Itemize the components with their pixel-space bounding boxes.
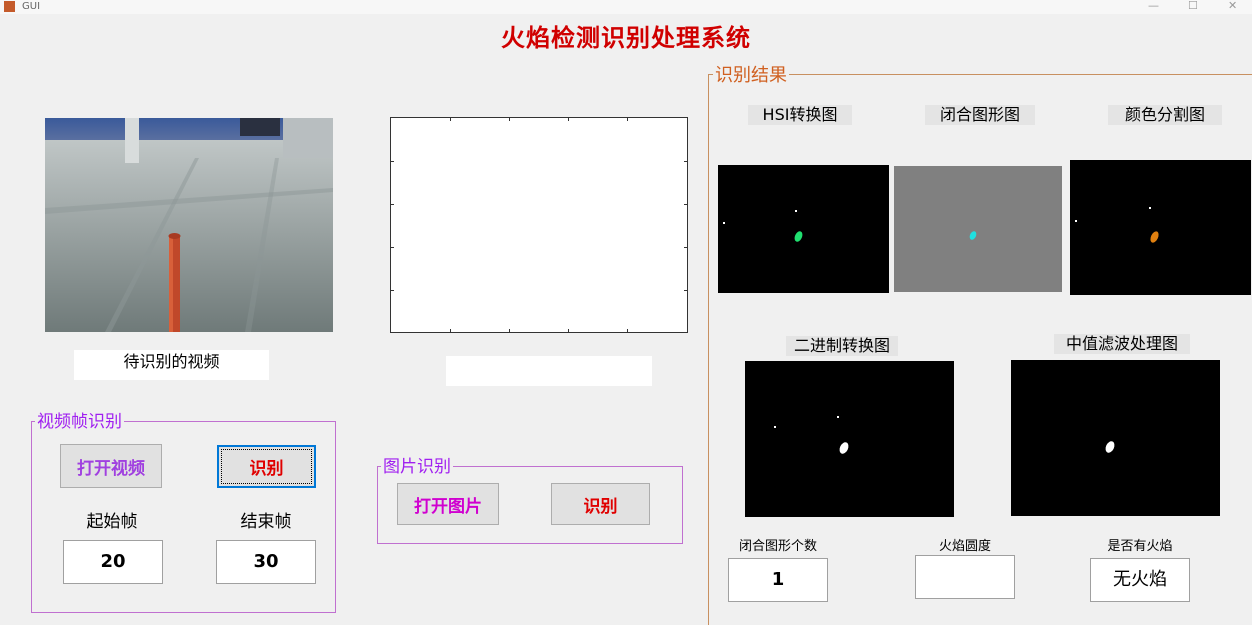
color-segmentation-image — [1070, 160, 1251, 295]
close-icon[interactable]: ✕ — [1228, 0, 1237, 11]
noise-dot — [1149, 207, 1151, 209]
closed-shape-count-label: 闭合图形个数 — [738, 539, 817, 554]
median-filter-image — [1011, 360, 1220, 516]
axis-tick — [391, 204, 394, 205]
hsi-image-label: HSI转换图 — [748, 105, 852, 125]
video-frame-graphic — [45, 118, 333, 332]
axis-tick — [509, 329, 510, 332]
segmented-flame-blob — [1148, 230, 1161, 244]
app-title: 火焰检测识别处理系统 — [501, 23, 751, 52]
axis-tick — [391, 247, 394, 248]
video-frame-image — [45, 118, 333, 332]
end-frame-field[interactable]: 30 — [216, 540, 316, 584]
flame-roundness-field[interactable] — [915, 555, 1015, 599]
axis-tick — [450, 329, 451, 332]
hsi-image — [718, 165, 889, 293]
filtered-flame-blob — [1103, 439, 1117, 455]
noise-dot — [1075, 220, 1077, 222]
axis-tick — [627, 329, 628, 332]
start-frame-field[interactable]: 20 — [63, 540, 163, 584]
noise-dot — [774, 426, 776, 428]
flame-blob — [793, 230, 804, 243]
open-video-button[interactable]: 打开视频 — [60, 444, 162, 488]
has-fire-label: 是否有火焰 — [1107, 539, 1173, 554]
median-filter-image-label: 中值滤波处理图 — [1054, 334, 1190, 354]
maximize-icon[interactable]: ☐ — [1188, 0, 1198, 11]
axis-tick — [627, 118, 628, 121]
noise-dot — [837, 416, 839, 418]
color-segmentation-image-label: 颜色分割图 — [1108, 105, 1222, 125]
results-panel-title: 识别结果 — [713, 65, 789, 87]
axis-tick — [509, 118, 510, 121]
preview-axes — [390, 117, 688, 333]
video-frame-panel-title: 视频帧识别 — [35, 412, 124, 432]
has-fire-field[interactable]: 无火焰 — [1090, 558, 1190, 602]
open-image-button[interactable]: 打开图片 — [397, 483, 499, 525]
start-frame-label: 起始帧 — [86, 512, 138, 532]
image-caption — [446, 356, 652, 386]
image-panel-title: 图片识别 — [381, 457, 453, 477]
binary-image-label: 二进制转换图 — [786, 336, 898, 356]
closed-shape-count-field[interactable]: 1 — [728, 558, 828, 602]
window-titlebar: GUI — ☐ ✕ — [0, 0, 1252, 14]
axis-tick — [391, 290, 394, 291]
recognize-image-button[interactable]: 识别 — [551, 483, 650, 525]
noise-dot — [723, 222, 725, 224]
axis-tick — [684, 161, 687, 162]
axis-tick — [568, 118, 569, 121]
flame-roundness-label: 火焰圆度 — [938, 539, 991, 554]
axis-tick — [391, 161, 394, 162]
axis-tick — [684, 290, 687, 291]
axis-tick — [568, 329, 569, 332]
axis-tick — [684, 204, 687, 205]
closed-shape-blob — [968, 230, 978, 241]
binary-flame-blob — [837, 440, 851, 456]
recognize-video-button[interactable]: 识别 — [217, 445, 316, 488]
axis-tick — [684, 247, 687, 248]
window-title: GUI — [22, 1, 41, 12]
end-frame-label: 结束帧 — [240, 512, 292, 532]
binary-image — [745, 361, 954, 517]
focus-outline — [221, 449, 312, 484]
closed-shape-image — [894, 166, 1062, 292]
axis-tick — [450, 118, 451, 121]
matlab-icon — [4, 1, 15, 12]
noise-dot — [795, 210, 797, 212]
closed-shape-image-label: 闭合图形图 — [925, 105, 1035, 125]
video-caption: 待识别的视频 — [74, 350, 269, 380]
minimize-icon[interactable]: — — [1148, 0, 1159, 11]
